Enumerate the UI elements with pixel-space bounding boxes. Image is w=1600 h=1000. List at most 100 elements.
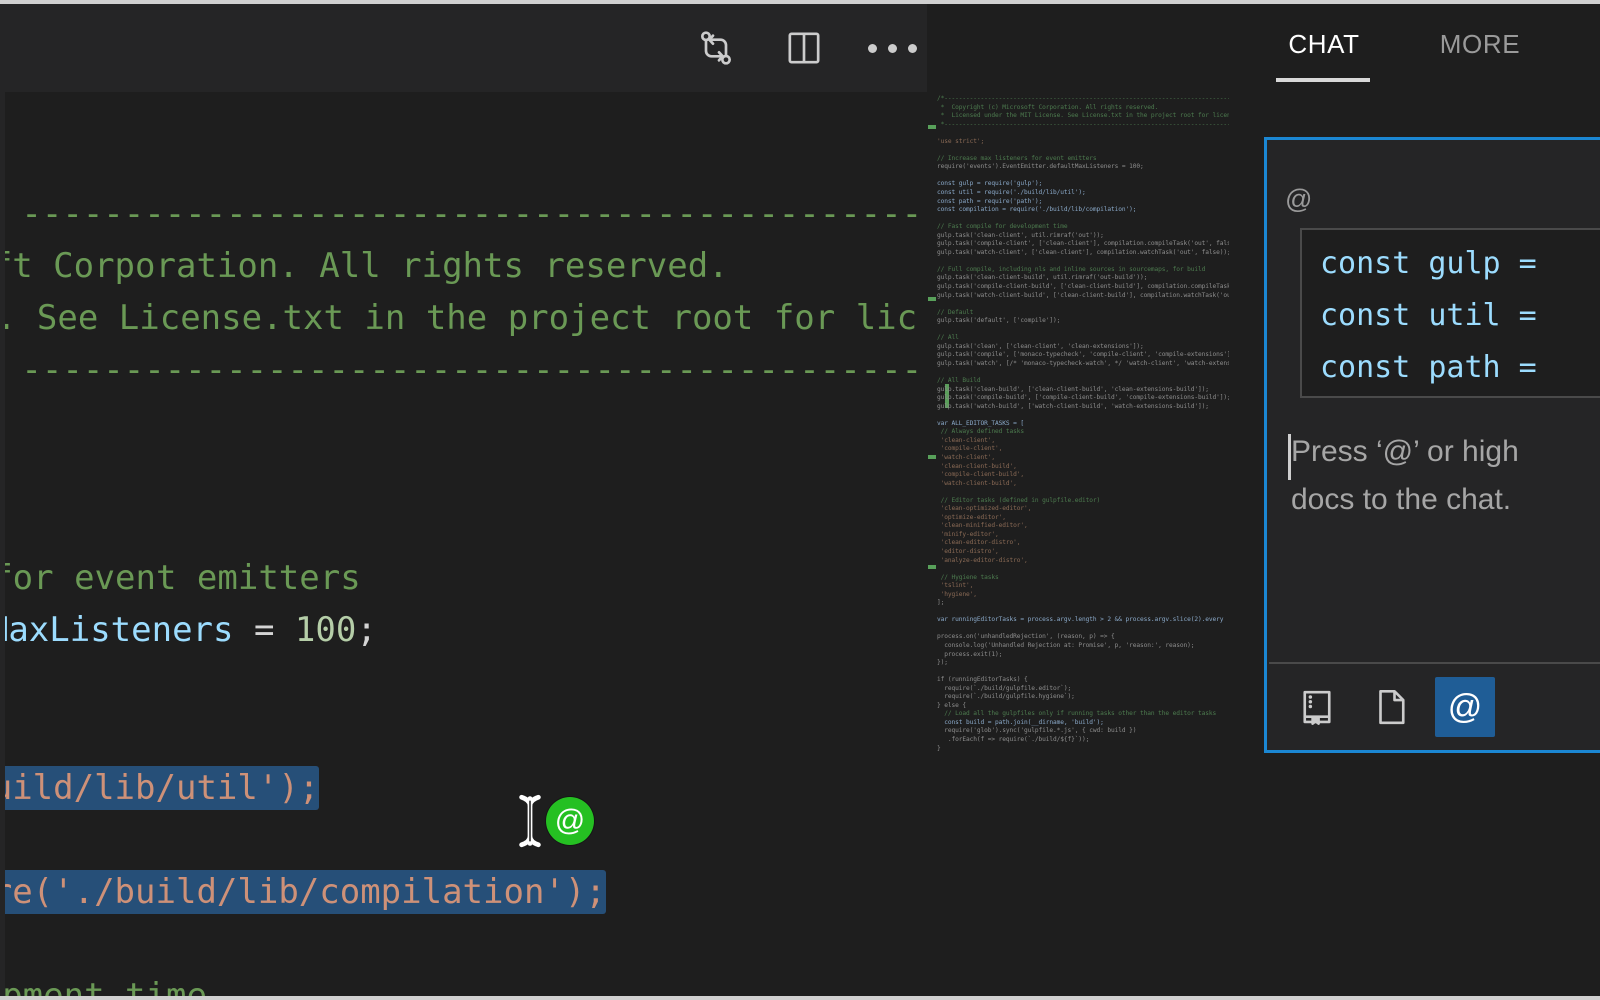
minimap-line: process.on('unhandledRejection', (reason… xyxy=(937,633,1115,641)
editor-line: * Licensed under the MIT License. See Li… xyxy=(0,292,917,344)
minimap-line xyxy=(937,172,1229,181)
chat-panel: CHAT MORE @ const gulp = const util = co… xyxy=(1229,4,1600,996)
minimap-line: 'use strict'; xyxy=(937,137,985,145)
minimap-line: // Always defined tasks xyxy=(937,428,1025,436)
editor-code-area[interactable]: * --------------------------------------… xyxy=(0,92,927,996)
minimap-line: // Load all the gulpfiles only if runnin… xyxy=(937,710,1217,718)
at-mention-icon[interactable]: @ xyxy=(1435,677,1495,737)
chat-input-placeholder-wrap[interactable]: Press ‘@’ or high docs to the chat. xyxy=(1288,428,1600,524)
tab-chat[interactable]: CHAT xyxy=(1274,18,1374,70)
minimap-line: 'clean-client', xyxy=(937,436,996,444)
minimap-content: /*--------------------------------------… xyxy=(927,95,1229,996)
minimap-line: require(`./build/gulpfile.editor`); xyxy=(937,684,1072,692)
editor-pane: * --------------------------------------… xyxy=(0,4,927,996)
file-glyph xyxy=(1379,689,1405,725)
chat-panel-tabs: CHAT MORE xyxy=(1229,4,1600,96)
minimap-line: 'watch-client', xyxy=(937,453,996,461)
minimap-line: if (runningEditorTasks) { xyxy=(937,676,1028,684)
minimap-line: // Increase max listeners for event emit… xyxy=(937,154,1097,162)
minimap-line: } xyxy=(937,744,941,752)
editor-minimap[interactable]: /*--------------------------------------… xyxy=(927,4,1229,996)
editor-toolbar xyxy=(0,4,927,92)
minimap-line: *---------------------------------------… xyxy=(940,120,1229,128)
editor-line: * --------------------------------------… xyxy=(0,344,927,396)
code-token: = xyxy=(233,610,295,650)
minimap-line: }); xyxy=(937,659,948,667)
minimap-line: // Default xyxy=(937,308,974,316)
context-at-symbol: @ xyxy=(1285,184,1313,214)
code-token: // Increase max listeners for event emit… xyxy=(0,558,361,598)
editor-line: const util = require('./build/lib/util')… xyxy=(0,762,320,814)
minimap-line xyxy=(937,215,1229,224)
code-token: // Fast compile for development time xyxy=(0,976,207,996)
chat-input-container[interactable]: @ const gulp = const util = const path =… xyxy=(1264,137,1600,753)
minimap-line: // All Build xyxy=(937,377,981,385)
more-actions-icon[interactable] xyxy=(865,21,919,75)
minimap-line: gulp.task('clean', ['clean-client', 'cle… xyxy=(937,342,1144,350)
editor-line: // Increase max listeners for event emit… xyxy=(0,552,361,604)
minimap-line: const build = path.join(__dirname, 'buil… xyxy=(937,718,1104,726)
codebase-glyph xyxy=(1303,690,1331,725)
minimap-line xyxy=(937,369,1229,378)
minimap-line xyxy=(937,608,1229,617)
minimap-line xyxy=(937,488,1229,497)
minimap-line: gulp.task('default', ['compile']); xyxy=(937,317,1061,325)
editor-line: // Fast compile for development time xyxy=(0,970,207,996)
minimap-line: gulp.task('compile-client', ['clean-clie… xyxy=(937,240,1229,248)
minimap-line: // Fast compile for development time xyxy=(937,223,1068,231)
minimap-line: var ALL_EDITOR_TASKS = [ xyxy=(937,419,1025,427)
tab-active-indicator xyxy=(1276,78,1370,82)
minimap-line: 'hygiene', xyxy=(937,590,977,598)
ellipsis-glyph xyxy=(867,43,917,53)
minimap-line xyxy=(937,668,1229,677)
editor-line: * --------------------------------------… xyxy=(0,188,927,240)
minimap-line: } else { xyxy=(937,701,967,709)
minimap-line: 'clean-client-build', xyxy=(937,462,1017,470)
at-mention-badge[interactable]: @ xyxy=(546,797,594,845)
code-token: * Copyright (c) Microsoft Corporation. A… xyxy=(0,246,729,286)
split-editor-icon[interactable] xyxy=(777,21,831,75)
minimap-line xyxy=(937,257,1229,266)
minimap-line: gulp.task('compile-client-build', ['clea… xyxy=(937,283,1229,291)
minimap-line: .forEach(f => require(`./build/${f}`)); xyxy=(937,736,1090,744)
minimap-line: require('events').EventEmitter.defaultMa… xyxy=(937,163,1144,171)
tab-more[interactable]: MORE xyxy=(1422,18,1538,70)
minimap-line xyxy=(937,129,1229,138)
codebase-icon[interactable] xyxy=(1287,677,1347,737)
minimap-line: 'optimize-editor', xyxy=(937,513,1006,521)
app-root: * --------------------------------------… xyxy=(0,0,1600,1000)
minimap-line: 'analyze-editor-distro', xyxy=(937,556,1028,564)
code-token: const util = require('./build/lib/util')… xyxy=(0,766,320,810)
text-caret xyxy=(1288,434,1291,480)
minimap-line xyxy=(937,565,1229,574)
minimap-line: // Editor tasks (defined in gulpfile.edi… xyxy=(937,496,1101,504)
code-token: ; xyxy=(356,610,377,650)
code-token: const compilation = require('./build/lib… xyxy=(0,870,606,914)
context-code-preview[interactable]: const gulp = const util = const path = c… xyxy=(1300,228,1600,398)
file-icon[interactable] xyxy=(1361,677,1421,737)
code-token: * Licensed under the MIT License. See Li… xyxy=(0,298,918,338)
minimap-line: 'compile-client-build', xyxy=(937,471,1025,479)
minimap-line: 'minify-editor', xyxy=(937,530,999,538)
context-code-line: const util = xyxy=(1320,298,1555,333)
minimap-line xyxy=(937,411,1229,420)
code-token: require('events').EventEmitter.defaultMa… xyxy=(0,610,234,650)
minimap-line: gulp.task('clean-client-build', util.rim… xyxy=(937,274,1148,282)
minimap-line: 'clean-editor-distro', xyxy=(937,539,1021,547)
minimap-line: const gulp = require('gulp'); xyxy=(937,180,1043,188)
minimap-line: 'clean-minified-editor', xyxy=(937,522,1028,530)
minimap-line: require('glob').sync('gulpfile.*.js', { … xyxy=(937,727,1137,735)
minimap-line: ]; xyxy=(937,599,945,607)
editor-line: * Copyright (c) Microsoft Corporation. A… xyxy=(0,240,729,292)
tab-chat-label: CHAT xyxy=(1288,28,1360,59)
minimap-line xyxy=(937,625,1229,634)
minimap-line: // Full compile, including nls and inlin… xyxy=(937,265,1206,273)
minimap-line: require(`./build/gulpfile.hygiene`); xyxy=(937,693,1075,701)
window-bottom-border xyxy=(0,996,1600,1000)
minimap-line: var runningEditorTasks = process.argv.le… xyxy=(937,616,1224,624)
minimap-line: 'tslint', xyxy=(937,582,974,590)
compare-changes-icon[interactable] xyxy=(689,21,743,75)
minimap-line: gulp.task('watch-build', ['watch-client-… xyxy=(937,402,1209,410)
at-mention-badge-symbol: @ xyxy=(554,804,586,837)
minimap-line: gulp.task('watch-client-build', ['clean-… xyxy=(937,291,1229,299)
